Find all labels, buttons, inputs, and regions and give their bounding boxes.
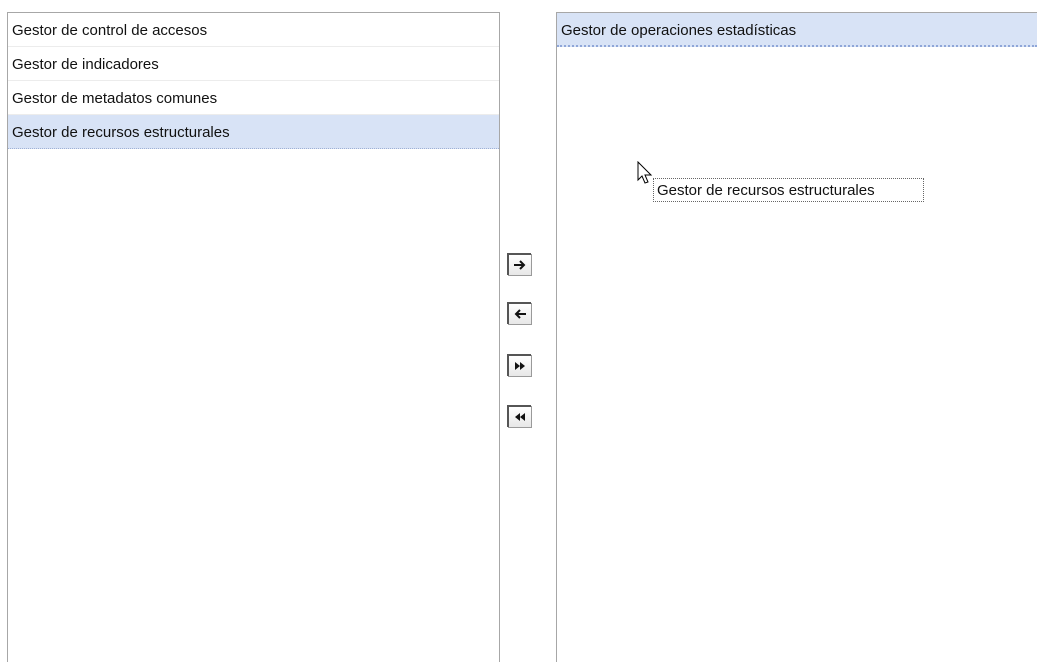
list-item[interactable]: Gestor de control de accesos [8,13,499,47]
move-left-button[interactable] [507,302,532,325]
list-item-selected[interactable]: Gestor de recursos estructurales [8,115,499,149]
mouse-cursor-icon [637,161,653,184]
list-item[interactable]: Gestor de metadatos comunes [8,81,499,115]
list-item-selected[interactable]: Gestor de operaciones estadísticas [557,13,1037,47]
arrow-right-icon [514,260,526,270]
move-right-button[interactable] [507,253,532,276]
list-item[interactable]: Gestor de indicadores [8,47,499,81]
move-all-right-button[interactable] [507,354,532,377]
double-arrow-right-icon [515,362,525,370]
arrow-left-icon [514,309,526,319]
available-list[interactable]: Gestor de control de accesos Gestor de i… [7,12,500,662]
selected-list[interactable]: Gestor de operaciones estadísticas [556,12,1037,662]
double-arrow-left-icon [515,413,525,421]
move-all-left-button[interactable] [507,405,532,428]
drag-proxy: Gestor de recursos estructurales [653,178,924,202]
